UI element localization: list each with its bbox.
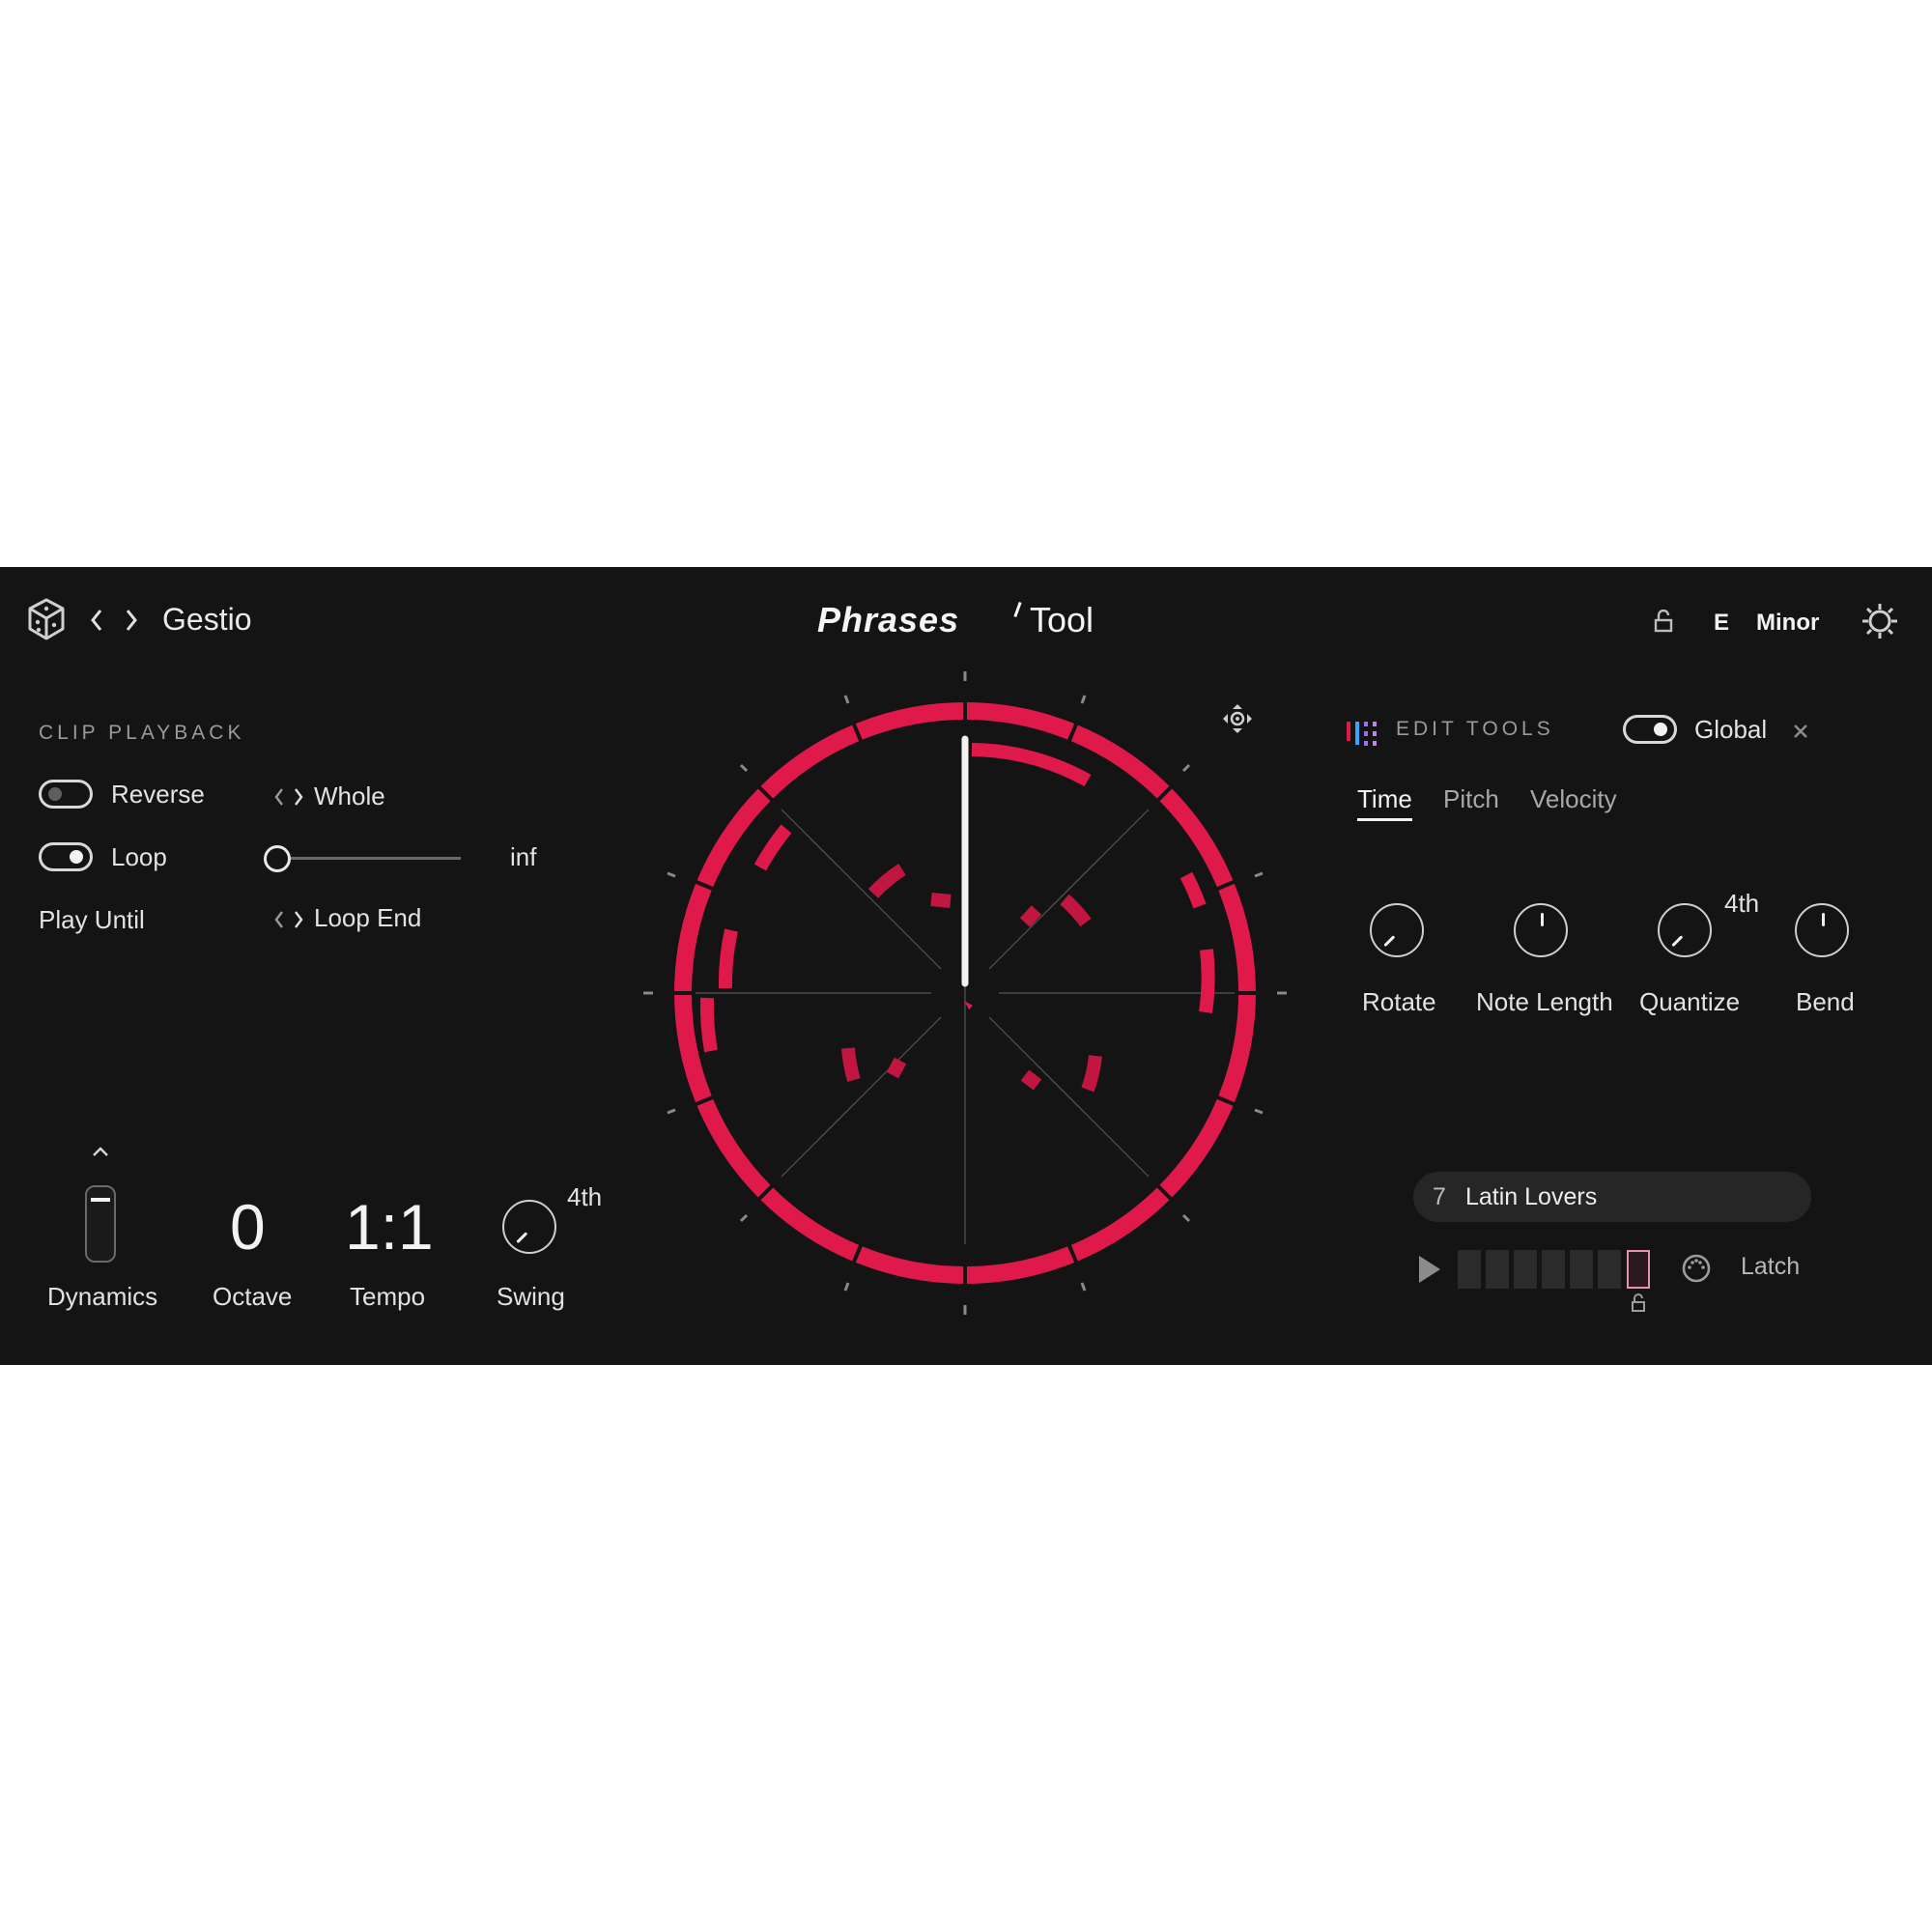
close-icon[interactable] (1791, 722, 1810, 741)
dynamics-label: Dynamics (47, 1282, 158, 1311)
reverse-toggle[interactable] (39, 780, 93, 809)
logo-slash (1013, 601, 1022, 618)
whole-value[interactable]: Whole (314, 781, 385, 811)
step-lock-icon[interactable] (1631, 1293, 1646, 1313)
tempo-value[interactable]: 1:1 (345, 1190, 434, 1264)
swing-value: 4th (567, 1182, 603, 1211)
global-toggle[interactable] (1623, 715, 1677, 744)
reverse-toggle-knob (48, 787, 62, 801)
bend-label: Bend (1796, 987, 1855, 1016)
loop-slider-value: inf (510, 842, 537, 871)
octave-label: Octave (213, 1282, 293, 1311)
tab-time[interactable]: Time (1357, 784, 1412, 814)
lock-icon[interactable] (1654, 610, 1673, 633)
loop-toggle-knob (70, 850, 83, 864)
chevron-up-icon[interactable] (91, 1145, 110, 1158)
latch-button[interactable]: Latch (1741, 1253, 1800, 1281)
phrase-name: Latin Lovers (1465, 1183, 1598, 1210)
loop-slider-track[interactable] (277, 857, 461, 860)
rotate-knob[interactable] (1370, 903, 1424, 957)
step-cell[interactable] (1570, 1250, 1593, 1289)
midi-icon[interactable] (1681, 1253, 1712, 1284)
phrase-circle-display[interactable] (641, 669, 1289, 1317)
step-cell[interactable] (1542, 1250, 1565, 1289)
quantize-knob[interactable] (1658, 903, 1712, 957)
quantize-value: 4th (1724, 889, 1760, 918)
tab-velocity[interactable]: Velocity (1530, 784, 1617, 814)
logo-word: Phrases (817, 600, 960, 639)
move-crosshair-icon[interactable] (1221, 702, 1254, 735)
phrase-number: 7 (1433, 1183, 1446, 1210)
tab-time-underline (1357, 818, 1412, 821)
step-cell-active[interactable] (1627, 1250, 1650, 1289)
bend-knob-indicator (1822, 913, 1825, 926)
preset-name[interactable]: Gestio (162, 602, 251, 638)
play-icon[interactable] (1416, 1253, 1443, 1286)
dynamics-fader-cap (91, 1198, 110, 1202)
phrase-selector[interactable]: 7 Latin Lovers (1413, 1172, 1811, 1222)
swing-knob[interactable] (502, 1200, 556, 1254)
dice-icon[interactable] (27, 598, 66, 640)
quantize-label: Quantize (1639, 987, 1741, 1016)
gear-icon[interactable] (1861, 602, 1899, 640)
global-toggle-knob (1654, 723, 1667, 736)
global-label: Global (1694, 715, 1768, 744)
step-cell[interactable] (1458, 1250, 1481, 1289)
octave-value[interactable]: 0 (230, 1190, 266, 1264)
edit-tools-icon (1347, 722, 1377, 746)
key-scale[interactable]: Minor (1756, 610, 1819, 637)
quantize-knob-indicator (1671, 935, 1684, 948)
swing-knob-indicator (516, 1232, 528, 1244)
plugin-panel: Gestio Phrases Tool E Minor CLIP PLAYBAC… (0, 567, 1932, 1365)
note-length-label: Note Length (1476, 987, 1613, 1016)
step-bar[interactable] (1458, 1250, 1651, 1289)
dynamics-fader[interactable] (85, 1185, 116, 1263)
whole-arrows-icon[interactable] (273, 785, 306, 809)
bend-knob[interactable] (1795, 903, 1849, 957)
logo-sub: Tool (1030, 600, 1094, 639)
key-root[interactable]: E (1714, 610, 1729, 637)
loop-label: Loop (111, 842, 167, 871)
rotate-knob-indicator (1383, 935, 1396, 948)
chevron-right-icon[interactable] (124, 608, 139, 633)
play-until-label: Play Until (39, 905, 145, 934)
tab-pitch[interactable]: Pitch (1443, 784, 1499, 814)
edit-tools-title: EDIT TOOLS (1396, 718, 1554, 740)
step-cell[interactable] (1598, 1250, 1621, 1289)
note-length-knob[interactable] (1514, 903, 1568, 957)
tempo-label: Tempo (350, 1282, 426, 1311)
swing-label: Swing (497, 1282, 565, 1311)
step-cell[interactable] (1514, 1250, 1537, 1289)
rotate-label: Rotate (1362, 987, 1436, 1016)
step-cell[interactable] (1486, 1250, 1509, 1289)
loop-end-arrows-icon[interactable] (273, 908, 306, 931)
clip-playback-title: CLIP PLAYBACK (39, 722, 245, 744)
loop-toggle[interactable] (39, 842, 93, 871)
chevron-left-icon[interactable] (89, 608, 104, 633)
loop-end-value[interactable]: Loop End (314, 903, 421, 933)
loop-slider-handle[interactable] (264, 845, 291, 872)
note-length-knob-indicator (1541, 913, 1544, 926)
reverse-label: Reverse (111, 780, 205, 809)
